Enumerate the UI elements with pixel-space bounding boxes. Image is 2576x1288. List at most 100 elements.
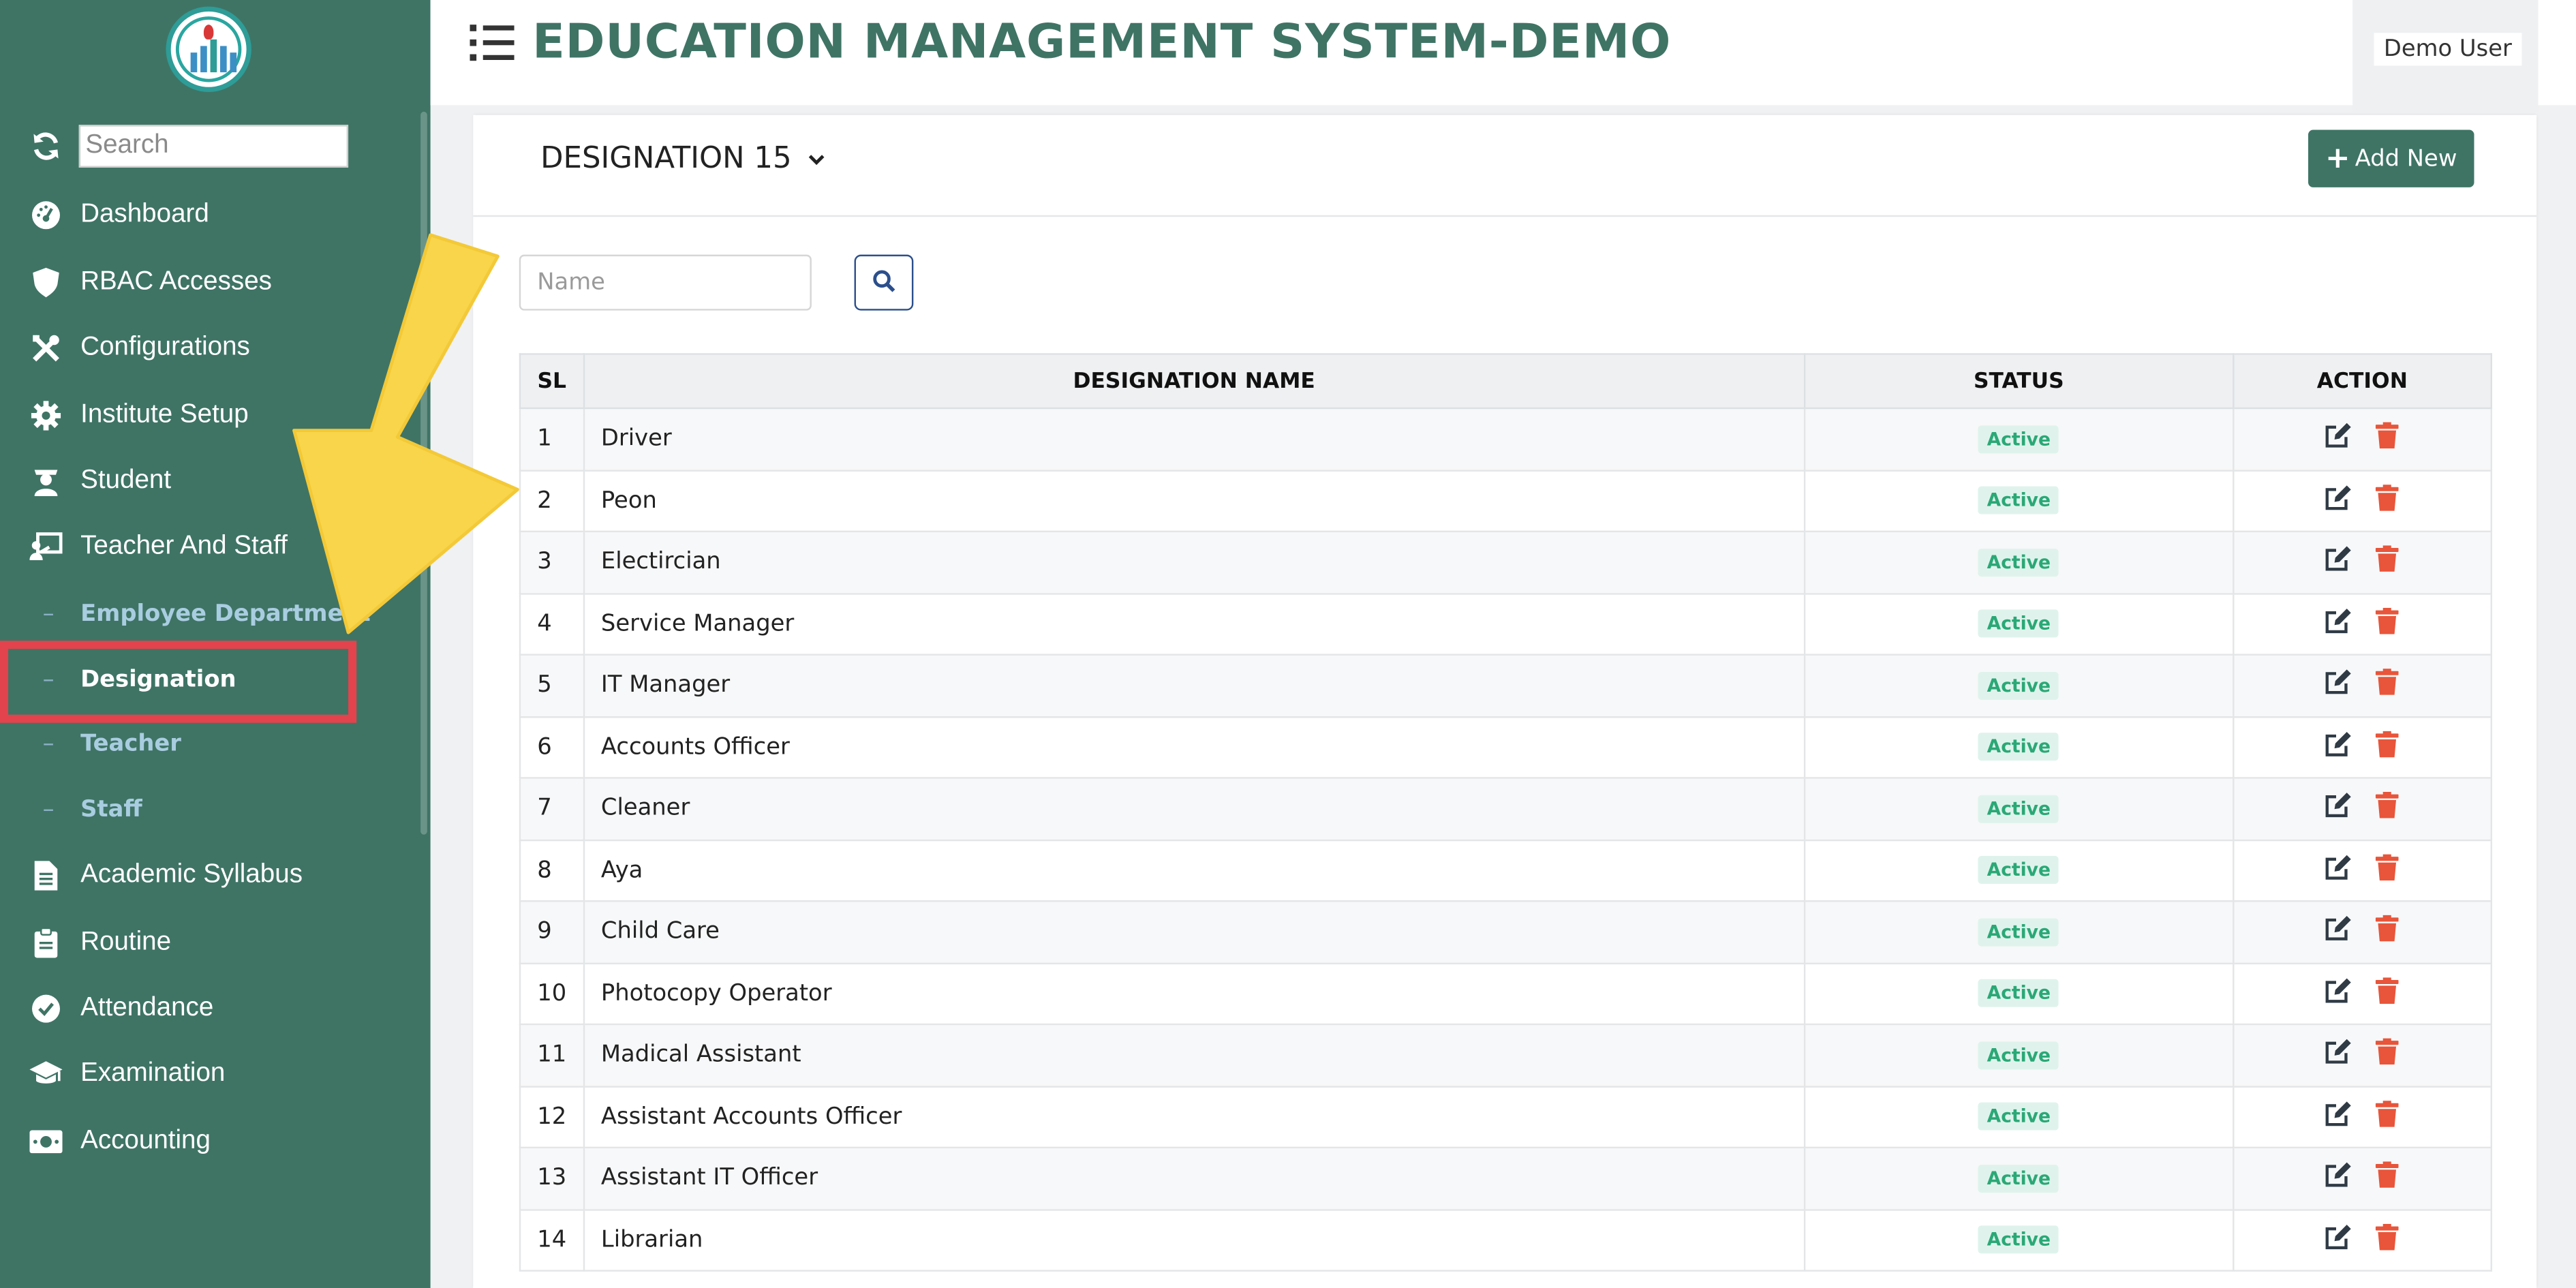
table-row: 5 IT Manager Active <box>519 654 2493 718</box>
edit-icon[interactable] <box>2325 1162 2353 1195</box>
row-sl: 14 <box>519 1208 585 1272</box>
trash-icon[interactable] <box>2376 1100 2399 1133</box>
trash-icon[interactable] <box>2376 545 2399 579</box>
row-status: Active <box>1803 469 2235 533</box>
trash-icon[interactable] <box>2376 915 2399 948</box>
status-badge: Active <box>1978 856 2059 885</box>
sidebar-item-examination[interactable]: Examination <box>29 1055 225 1094</box>
table-row: 13 Assistant IT Officer Active <box>519 1146 2493 1210</box>
row-designation-name: Child Care <box>583 900 1805 964</box>
row-status: Active <box>1803 407 2235 471</box>
edit-icon[interactable] <box>2325 669 2353 702</box>
trash-icon[interactable] <box>2376 1039 2399 1071</box>
trash-icon[interactable] <box>2376 607 2399 640</box>
status-badge: Active <box>1978 1225 2059 1254</box>
plus-icon: + <box>2325 141 2350 176</box>
header-action: ACTION <box>2232 353 2493 410</box>
edit-icon[interactable] <box>2325 1223 2353 1256</box>
row-sl: 7 <box>519 777 585 841</box>
sidebar-subitem-staff[interactable]: – Staff <box>43 793 142 826</box>
search-button[interactable] <box>854 254 914 311</box>
edit-icon[interactable] <box>2325 423 2353 455</box>
add-new-label: Add New <box>2355 145 2457 172</box>
sidebar-item-academic-syllabus[interactable]: Academic Syllabus <box>29 856 303 895</box>
row-actions <box>2232 469 2493 533</box>
sidebar-item-attendance[interactable]: Attendance <box>29 989 213 1028</box>
edit-icon[interactable] <box>2325 977 2353 1010</box>
sidebar-item-label: Examination <box>80 1059 226 1088</box>
row-status: Active <box>1803 530 2235 594</box>
row-designation-name: Madical Assistant <box>583 1023 1805 1087</box>
chevron-down-icon <box>808 147 825 170</box>
trash-icon[interactable] <box>2376 1161 2399 1195</box>
status-badge: Active <box>1978 917 2059 946</box>
row-designation-name: Cleaner <box>583 777 1805 841</box>
status-badge: Active <box>1978 1164 2059 1193</box>
add-new-button[interactable]: + Add New <box>2308 129 2474 187</box>
row-actions <box>2232 1146 2493 1210</box>
clipboard-icon <box>29 927 62 960</box>
edit-icon[interactable] <box>2325 915 2353 948</box>
sidebar-item-label: Attendance <box>80 994 214 1022</box>
edit-icon[interactable] <box>2325 731 2353 763</box>
row-sl: 11 <box>519 1023 585 1087</box>
edit-icon[interactable] <box>2325 607 2353 640</box>
trash-icon[interactable] <box>2376 1223 2399 1256</box>
row-sl: 8 <box>519 838 585 902</box>
edit-icon[interactable] <box>2325 485 2353 517</box>
table-row: 12 Assistant Accounts Officer Active <box>519 1085 2493 1149</box>
document-icon <box>29 859 62 892</box>
user-menu[interactable]: Demo User <box>2352 0 2539 112</box>
row-status: Active <box>1803 1146 2235 1210</box>
edit-icon[interactable] <box>2325 1039 2353 1071</box>
graduation-cap-icon <box>29 1058 63 1090</box>
edit-icon[interactable] <box>2325 546 2353 579</box>
trash-icon[interactable] <box>2376 731 2399 763</box>
row-actions <box>2232 715 2493 779</box>
row-designation-name: Peon <box>583 469 1805 533</box>
card-header: DESIGNATION 15 + Add New <box>473 115 2537 217</box>
edit-icon[interactable] <box>2325 1101 2353 1133</box>
trash-icon[interactable] <box>2376 977 2399 1010</box>
row-status: Active <box>1803 1208 2235 1272</box>
header-status[interactable]: STATUS <box>1803 353 2235 410</box>
money-icon <box>29 1125 63 1158</box>
annotation-arrow <box>292 233 519 634</box>
edit-icon[interactable] <box>2325 793 2353 825</box>
row-designation-name: IT Manager <box>583 654 1805 718</box>
table-row: 1 Driver Active <box>519 407 2493 471</box>
status-badge: Active <box>1978 795 2059 823</box>
sidebar-subitem-label: Staff <box>80 797 142 823</box>
row-actions <box>2232 777 2493 841</box>
row-status: Active <box>1803 715 2235 779</box>
status-badge: Active <box>1978 671 2059 700</box>
table-row: 10 Photocopy Operator Active <box>519 962 2493 1026</box>
row-sl: 10 <box>519 962 585 1026</box>
trash-icon[interactable] <box>2376 792 2399 825</box>
row-actions <box>2232 900 2493 964</box>
trash-icon[interactable] <box>2376 669 2399 702</box>
trash-icon[interactable] <box>2376 423 2399 455</box>
row-designation-name: Librarian <box>583 1208 1805 1272</box>
row-actions <box>2232 1023 2493 1087</box>
row-actions <box>2232 407 2493 471</box>
edit-icon[interactable] <box>2325 854 2353 887</box>
app-title: EDUCATION MANAGEMENT SYSTEM-DEMO <box>532 13 1672 70</box>
sidebar-item-routine[interactable]: Routine <box>29 923 171 963</box>
row-status: Active <box>1803 900 2235 964</box>
main-card: DESIGNATION 15 + Add New Name SL DESIGNA… <box>473 114 2537 1288</box>
row-designation-name: Assistant Accounts Officer <box>583 1085 1805 1149</box>
row-actions <box>2232 654 2493 718</box>
user-name[interactable]: Demo User <box>2374 33 2522 66</box>
row-status: Active <box>1803 592 2235 656</box>
status-badge: Active <box>1978 1103 2059 1131</box>
row-status: Active <box>1803 777 2235 841</box>
status-badge: Active <box>1978 1041 2059 1069</box>
trash-icon[interactable] <box>2376 484 2399 517</box>
status-badge: Active <box>1978 548 2059 577</box>
row-actions <box>2232 838 2493 902</box>
sidebar-item-accounting[interactable]: Accounting <box>29 1122 211 1162</box>
row-actions <box>2232 1208 2493 1272</box>
trash-icon[interactable] <box>2376 853 2399 887</box>
header-designation-name[interactable]: DESIGNATION NAME <box>583 353 1805 410</box>
